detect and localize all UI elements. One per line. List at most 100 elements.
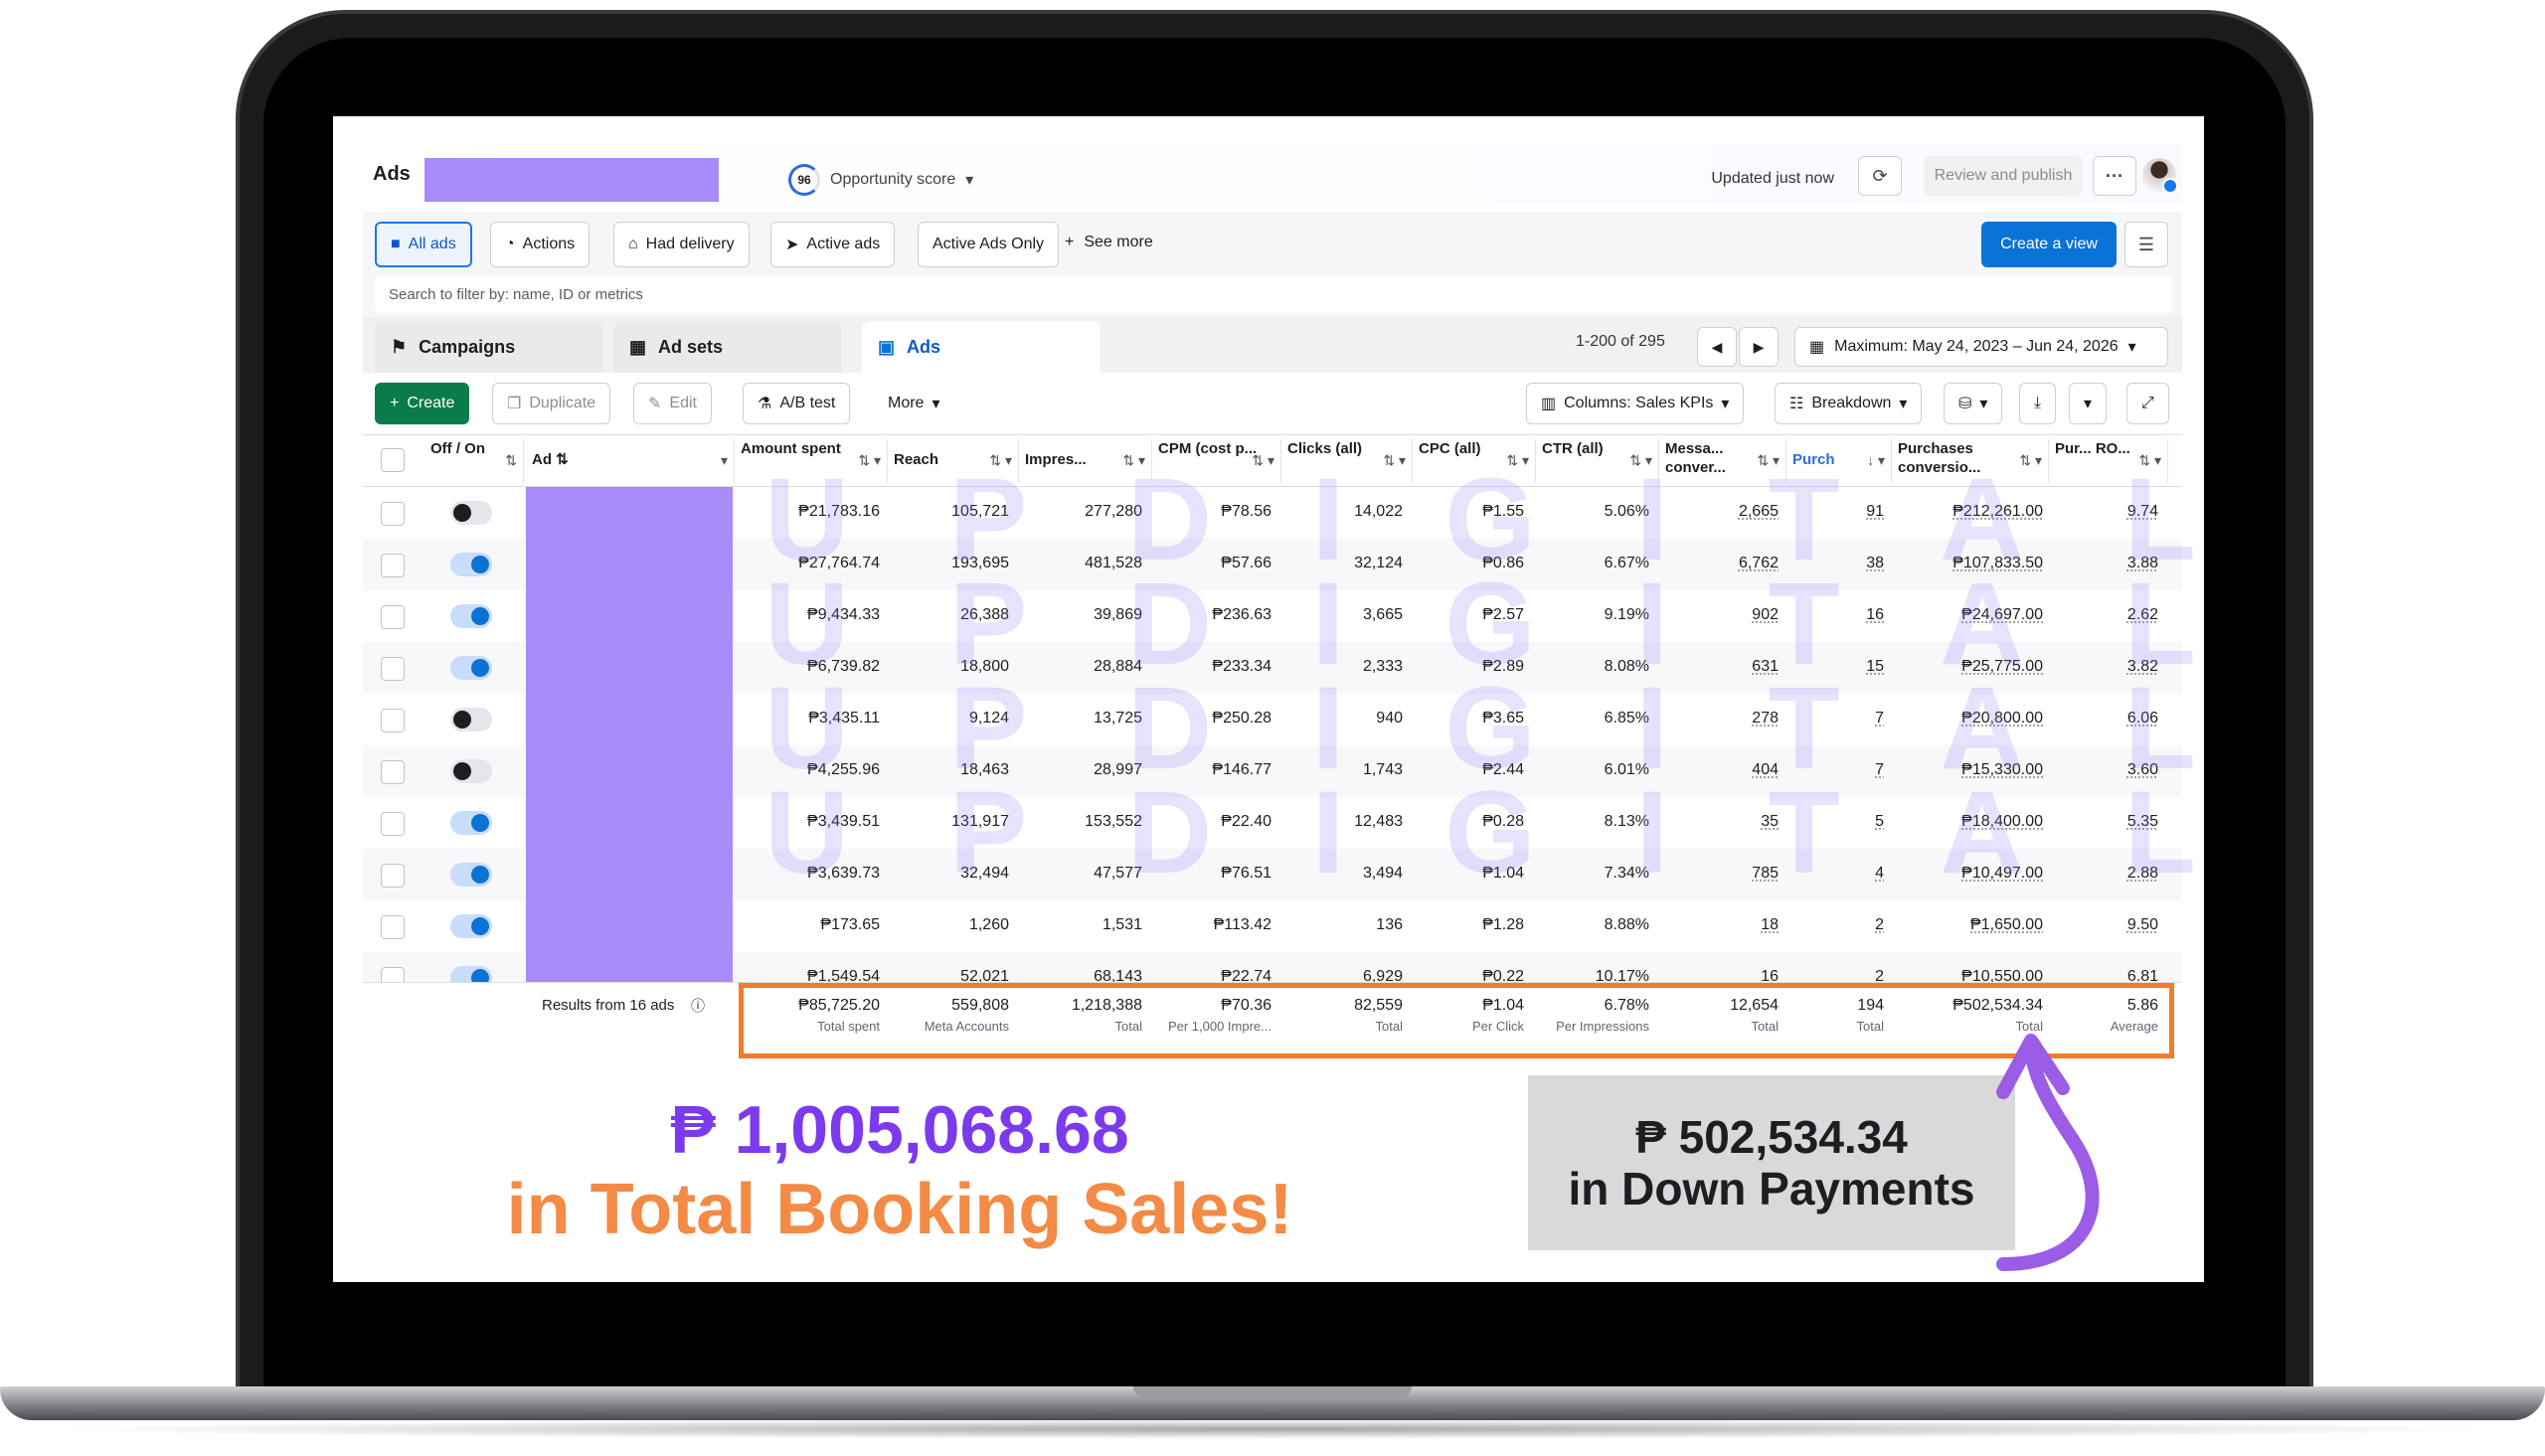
cell-roas[interactable]: 3.60	[2127, 761, 2158, 779]
cell-roas[interactable]: 5.35	[2127, 813, 2158, 831]
ad-status-toggle[interactable]	[450, 759, 492, 783]
ad-status-toggle[interactable]	[450, 708, 492, 731]
col-cpc[interactable]: CPC (all) ⇅ ▾	[1413, 439, 1536, 483]
col-messaging[interactable]: Messa... conver... ⇅ ▾	[1659, 439, 1786, 483]
filter-actions[interactable]: ◔ Actions	[490, 222, 591, 267]
cell-purch[interactable]: 15	[1866, 658, 1884, 676]
cell-messaging[interactable]: 404	[1752, 761, 1779, 779]
search-input[interactable]: Search to filter by: name, ID or metrics	[375, 275, 2172, 313]
filter-active-ads-only[interactable]: Active Ads Only	[918, 222, 1060, 267]
col-ad[interactable]: Ad ⇅ ▾	[526, 439, 735, 483]
cell-messaging[interactable]: 35	[1761, 813, 1779, 831]
breakdown-button[interactable]: ☷ Breakdown ▾	[1775, 383, 1923, 424]
cell-purch[interactable]: 2	[1875, 916, 1884, 934]
cell-roas[interactable]: 2.88	[2127, 865, 2158, 883]
ad-status-toggle[interactable]	[450, 811, 492, 835]
col-cpm[interactable]: CPM (cost p... ⇅ ▾	[1152, 439, 1281, 483]
create-view-button[interactable]: Create a view	[1981, 222, 2117, 267]
export-button[interactable]: ⤓	[2019, 383, 2057, 424]
see-more-button[interactable]: + See more	[1065, 234, 1153, 251]
prev-page-button[interactable]: ◀	[1697, 327, 1737, 367]
row-checkbox[interactable]	[381, 605, 405, 629]
col-impressions[interactable]: Impres... ⇅ ▾	[1019, 439, 1152, 483]
date-range-picker[interactable]: ▦ Maximum: May 24, 2023 – Jun 24, 2026 ▾	[1794, 327, 2168, 367]
columns-button[interactable]: ▥ Columns: Sales KPIs ▾	[1526, 383, 1745, 424]
cell-purch-conv[interactable]: ₱15,330.00	[1961, 761, 2043, 779]
row-checkbox[interactable]	[381, 915, 405, 939]
cell-purch-conv[interactable]: ₱24,697.00	[1961, 606, 2043, 624]
col-reach[interactable]: Reach ⇅ ▾	[888, 439, 1019, 483]
opportunity-score[interactable]: 96 Opportunity score ▾	[788, 164, 973, 196]
cell-purch-conv[interactable]: ₱25,775.00	[1961, 658, 2043, 676]
row-checkbox[interactable]	[381, 554, 405, 577]
ad-status-toggle[interactable]	[450, 914, 492, 938]
tab-campaigns[interactable]: ⚑ Campaigns	[375, 321, 603, 373]
cell-purch[interactable]: 7	[1875, 761, 1884, 779]
ad-status-toggle[interactable]	[450, 604, 492, 628]
cell-roas[interactable]: 9.74	[2127, 503, 2158, 521]
info-icon[interactable]: ⓘ	[691, 996, 705, 1016]
cell-roas[interactable]: 9.50	[2127, 916, 2158, 934]
more-button[interactable]: More ▾	[874, 383, 954, 424]
ab-test-button[interactable]: ⚗ A/B test	[743, 383, 851, 424]
cell-roas[interactable]: 3.88	[2127, 555, 2158, 572]
ad-status-toggle[interactable]	[450, 656, 492, 680]
select-all-checkbox[interactable]	[381, 448, 405, 472]
col-clicks[interactable]: Clicks (all) ⇅ ▾	[1281, 439, 1413, 483]
cell-purch-conv[interactable]: ₱107,833.50	[1952, 555, 2043, 572]
cell-messaging[interactable]: 6,762	[1739, 555, 1779, 572]
create-button[interactable]: + Create	[375, 383, 470, 424]
col-amount[interactable]: Amount spent ⇅ ▾	[735, 439, 888, 483]
avatar[interactable]	[2142, 158, 2178, 194]
cell-purch[interactable]: 7	[1875, 710, 1884, 728]
reports-button[interactable]: ⛁ ▾	[1944, 383, 2003, 424]
cell-roas[interactable]: 2.62	[2127, 606, 2158, 624]
cell-purch-conv[interactable]: ₱18,400.00	[1961, 813, 2043, 831]
cell-messaging[interactable]: 902	[1752, 606, 1779, 624]
edit-button[interactable]: ✎ Edit	[633, 383, 712, 424]
cell-roas[interactable]: 3.82	[2127, 658, 2158, 676]
expand-button[interactable]: ⤢	[2126, 383, 2169, 424]
cell-purch-conv[interactable]: ₱20,800.00	[1961, 710, 2043, 728]
cell-purch[interactable]: 91	[1866, 503, 1884, 521]
export-options-button[interactable]: ▾	[2069, 383, 2108, 424]
cell-purch[interactable]: 38	[1866, 555, 1884, 572]
refresh-button[interactable]: ⟳	[1858, 156, 1902, 196]
row-checkbox[interactable]	[381, 812, 405, 836]
cell-messaging[interactable]: 2,665	[1739, 503, 1779, 521]
col-purch[interactable]: Purch ↓ ▾	[1786, 439, 1892, 483]
cell-purch[interactable]: 4	[1875, 865, 1884, 883]
cell-messaging[interactable]: 18	[1761, 916, 1779, 934]
col-purch-conv[interactable]: Purchases conversio... ⇅ ▾	[1892, 439, 2049, 483]
col-ctr[interactable]: CTR (all) ⇅ ▾	[1536, 439, 1659, 483]
row-checkbox[interactable]	[381, 502, 405, 526]
cell-purch-conv[interactable]: ₱1,650.00	[1970, 916, 2043, 934]
ad-status-toggle[interactable]	[450, 553, 492, 576]
cell-messaging[interactable]: 278	[1752, 710, 1779, 728]
tab-ads[interactable]: ▣ Ads	[862, 321, 1101, 373]
row-checkbox[interactable]	[381, 760, 405, 784]
ad-status-toggle[interactable]	[450, 501, 492, 525]
tab-ad-sets[interactable]: ▦ Ad sets	[613, 321, 842, 373]
row-checkbox[interactable]	[381, 709, 405, 732]
cell-purch-conv[interactable]: ₱10,497.00	[1961, 865, 2043, 883]
cell-roas[interactable]: 6.06	[2127, 710, 2158, 728]
cell-purch[interactable]: 5	[1875, 813, 1884, 831]
col-offon[interactable]: Off / On ⇅	[424, 439, 524, 483]
filter-active-ads[interactable]: ➤ Active ads	[770, 222, 896, 267]
cell-purch[interactable]: 16	[1866, 606, 1884, 624]
filter-all-ads[interactable]: ■ All ads	[375, 222, 472, 267]
filter-settings-button[interactable]: ☰	[2124, 222, 2168, 267]
col-roas[interactable]: Pur... RO... ⇅ ▾	[2049, 439, 2168, 483]
filter-had-delivery[interactable]: ⌂ Had delivery	[613, 222, 750, 267]
cell-messaging[interactable]: 631	[1752, 658, 1779, 676]
more-options-button[interactable]: ···	[2093, 156, 2136, 196]
next-page-button[interactable]: ▶	[1739, 327, 1779, 367]
cell-messaging[interactable]: 785	[1752, 865, 1779, 883]
duplicate-button[interactable]: ❐ Duplicate	[492, 383, 611, 424]
row-checkbox[interactable]	[381, 864, 405, 888]
row-checkbox[interactable]	[381, 657, 405, 681]
cell-purch-conv[interactable]: ₱212,261.00	[1952, 503, 2043, 521]
ad-status-toggle[interactable]	[450, 863, 492, 887]
review-publish-button[interactable]: Review and publish	[1924, 156, 2083, 196]
